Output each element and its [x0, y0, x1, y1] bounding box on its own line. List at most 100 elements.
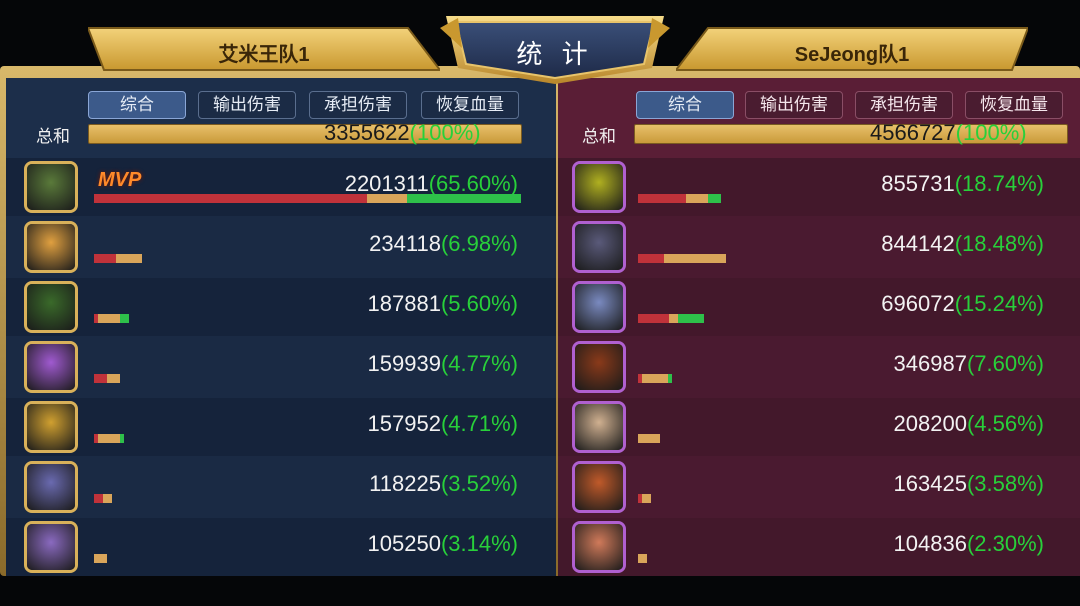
left-player-row[interactable]: MVP 2201311(65.60%): [6, 158, 556, 216]
player-stat-value: 346987: [893, 351, 967, 376]
player-stat: 159939(4.77%): [368, 351, 518, 377]
hero-portrait: [27, 524, 75, 570]
right-total-number: 4566727: [870, 120, 956, 145]
player-stat-bar: [94, 554, 107, 563]
damage-taken-segment: [686, 194, 708, 203]
left-player-row[interactable]: 234118(6.98%): [6, 218, 556, 276]
armored-knight-hero-icon: [24, 461, 78, 513]
player-stat-value: 105250: [367, 531, 441, 556]
player-stat: 855731(18.74%): [881, 171, 1044, 197]
player-stat-percent: (5.60%): [440, 291, 518, 316]
left-player-row[interactable]: 157952(4.71%): [6, 398, 556, 456]
damage-dealt-segment: [94, 494, 103, 503]
hero-portrait: [27, 164, 75, 210]
right-team-name: SeJeong队1: [794, 44, 910, 66]
right-total-percent: (100%): [955, 120, 1027, 145]
player-stat-percent: (2.30%): [966, 531, 1044, 556]
right-tab-overall[interactable]: 综合: [636, 91, 734, 119]
damage-taken-segment: [107, 374, 120, 383]
player-stat-bar: [94, 254, 142, 263]
player-stat: 118225(3.52%): [369, 471, 518, 497]
right-player-row[interactable]: 844142(18.48%): [558, 218, 1080, 276]
player-stat-percent: (3.52%): [440, 471, 518, 496]
damage-taken-segment: [94, 554, 107, 563]
player-stat-value: 844142: [881, 231, 955, 256]
player-stat: 157952(4.71%): [368, 411, 518, 437]
player-stat: 105250(3.14%): [368, 531, 518, 557]
player-stat: 696072(15.24%): [881, 291, 1044, 317]
player-stat-bar: [638, 374, 672, 383]
right-player-row[interactable]: 696072(15.24%): [558, 278, 1080, 336]
player-stat-value: 234118: [369, 231, 441, 256]
damage-taken-segment: [98, 314, 120, 323]
player-stat-value: 187881: [367, 291, 441, 316]
player-stat: 104836(2.30%): [894, 531, 1044, 557]
healing-segment: [668, 374, 672, 383]
hero-portrait: [575, 524, 623, 570]
hero-portrait: [27, 464, 75, 510]
left-player-row[interactable]: 118225(3.52%): [6, 458, 556, 516]
player-stat-bar: [94, 374, 120, 383]
left-player-row[interactable]: 159939(4.77%): [6, 338, 556, 396]
left-tab-overall[interactable]: 综合: [88, 91, 186, 119]
hero-portrait: [575, 164, 623, 210]
mvp-badge: MVP: [98, 169, 142, 191]
white-haired-hero-icon: [572, 401, 626, 453]
player-stat: 346987(7.60%): [894, 351, 1044, 377]
right-player-row[interactable]: 104836(2.30%): [558, 518, 1080, 576]
player-stat-bar: [638, 314, 704, 323]
right-player-row[interactable]: 208200(4.56%): [558, 398, 1080, 456]
left-tab-damage-taken[interactable]: 承担伤害: [309, 91, 407, 119]
damage-dealt-segment: [638, 254, 664, 263]
left-team-name: 艾米王队1: [218, 44, 310, 66]
player-stat-percent: (4.71%): [440, 411, 518, 436]
left-player-row[interactable]: 105250(3.14%): [6, 518, 556, 576]
player-stat-value: 159939: [367, 351, 441, 376]
damage-taken-segment: [103, 494, 112, 503]
right-player-row[interactable]: 855731(18.74%): [558, 158, 1080, 216]
player-stat-value: 696072: [881, 291, 955, 316]
hero-portrait: [575, 284, 623, 330]
damage-taken-segment: [669, 314, 678, 323]
right-player-row[interactable]: 346987(7.60%): [558, 338, 1080, 396]
player-stat-value: 855731: [881, 171, 955, 196]
player-stat-bar: [638, 494, 651, 503]
player-stat-percent: (4.77%): [440, 351, 518, 376]
hero-portrait: [575, 344, 623, 390]
player-stat-percent: (18.48%): [954, 231, 1044, 256]
right-tab-damage-taken[interactable]: 承担伤害: [855, 91, 953, 119]
hero-portrait: [575, 224, 623, 270]
player-stat-percent: (7.60%): [966, 351, 1044, 376]
damage-taken-segment: [98, 434, 120, 443]
player-stat-value: 2201311: [344, 171, 429, 196]
left-tab-healing[interactable]: 恢复血量: [421, 91, 519, 119]
damage-dealt-segment: [94, 194, 367, 203]
damage-taken-segment: [638, 434, 660, 443]
healing-segment: [120, 434, 124, 443]
left-total-label: 总和: [36, 127, 70, 146]
left-total-number: 3355622: [324, 120, 410, 145]
tree-spirit-hero-icon: [24, 281, 78, 333]
golden-beast-hero-icon: [24, 401, 78, 453]
player-stat-value: 157952: [367, 411, 441, 436]
right-tab-damage-dealt[interactable]: 输出伤害: [745, 91, 843, 119]
player-stat-bar: [638, 194, 721, 203]
right-player-row[interactable]: 163425(3.58%): [558, 458, 1080, 516]
player-stat-value: 208200: [893, 411, 967, 436]
stats-title: 统 计: [516, 39, 594, 69]
player-stat-percent: (6.98%): [440, 231, 518, 256]
left-tab-damage-dealt[interactable]: 输出伤害: [198, 91, 296, 119]
dark-rider-hero-icon: [24, 521, 78, 573]
player-stat: 187881(5.60%): [368, 291, 518, 317]
player-stat-bar: [94, 194, 521, 203]
left-player-row[interactable]: 187881(5.60%): [6, 278, 556, 336]
player-stat-value: 163425: [893, 471, 967, 496]
left-team-banner: 艾米王队1: [88, 26, 440, 72]
lava-demon-hero-icon: [572, 341, 626, 393]
left-total-percent: (100%): [409, 120, 481, 145]
player-stat-bar: [94, 494, 112, 503]
player-stat-percent: (18.74%): [954, 171, 1044, 196]
right-tab-healing[interactable]: 恢复血量: [965, 91, 1063, 119]
player-stat-value: 118225: [369, 471, 441, 496]
player-stat: 234118(6.98%): [369, 231, 518, 257]
